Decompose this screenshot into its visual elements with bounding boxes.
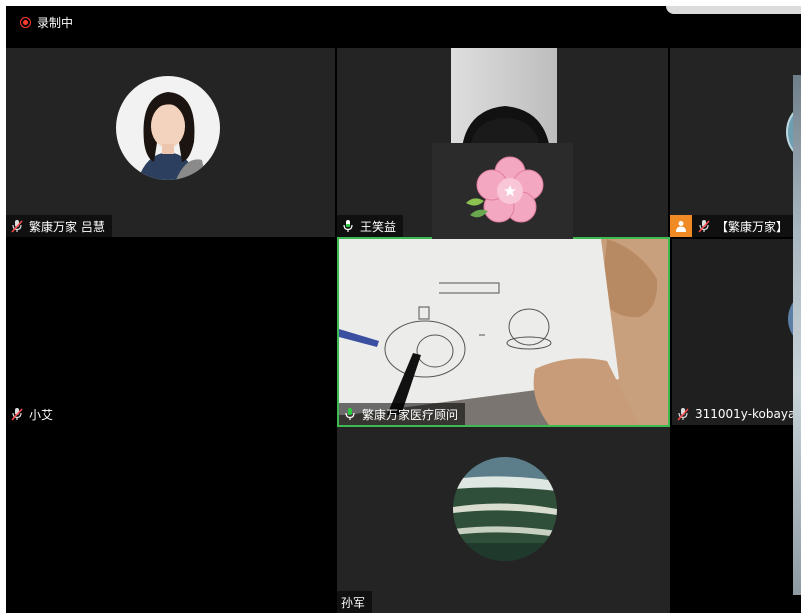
mic-active-icon [343,220,353,232]
participant-label: 【繁康万家】 [670,215,796,237]
participant-name: 孙军 [341,595,366,610]
mic-active-icon [345,408,355,420]
meeting-screen: 录制中 繁康万家 吕慧 王笑益 【繁康万家】 小艾 繁康万家医疗顾问 31100… [6,6,801,613]
top-right-panel [666,6,801,14]
participant-label: 孙军 [337,591,373,613]
side-panel-edge [793,75,801,595]
flower-icon [466,156,544,223]
reaction-overlay [432,143,573,239]
recording-label: 录制中 [37,16,74,30]
avatar [453,457,557,561]
participant-tile-p3[interactable]: 【繁康万家】 [670,48,801,237]
participant-name: 小艾 [29,407,54,422]
participant-label: 小艾 [6,403,60,425]
video-feed [339,239,668,425]
participant-name: 繁康万家 吕慧 [29,219,105,234]
participant-label: 繁康万家医疗顾问 [339,403,466,425]
participant-name: 繁康万家医疗顾问 [362,407,459,422]
participant-tile-p7[interactable] [6,427,335,613]
mic-muted-icon [698,220,710,233]
participant-tile-p6[interactable]: 311001y-kobayas [672,239,801,425]
host-badge-icon [670,215,692,237]
participant-tile-p8[interactable]: 孙军 [337,427,670,613]
mic-muted-icon [677,408,689,421]
participant-tile-p4[interactable]: 小艾 [6,239,335,425]
participant-name: 王笑益 [360,219,397,234]
participant-tile-p9[interactable] [672,427,801,613]
mic-muted-icon [11,220,23,233]
participant-label: 311001y-kobayas [672,403,801,425]
mic-muted-icon [11,408,23,421]
participant-name: 311001y-kobayas [695,407,801,421]
avatar [116,76,220,180]
participant-label: 王笑益 [337,215,404,237]
participant-tile-p5[interactable]: 繁康万家医疗顾问 [337,237,670,427]
participant-tile-p1[interactable]: 繁康万家 吕慧 [6,48,335,237]
record-icon [20,17,31,28]
recording-indicator[interactable]: 录制中 [20,14,73,31]
participant-name: 【繁康万家】 [716,219,789,234]
participant-label: 繁康万家 吕慧 [6,215,112,237]
